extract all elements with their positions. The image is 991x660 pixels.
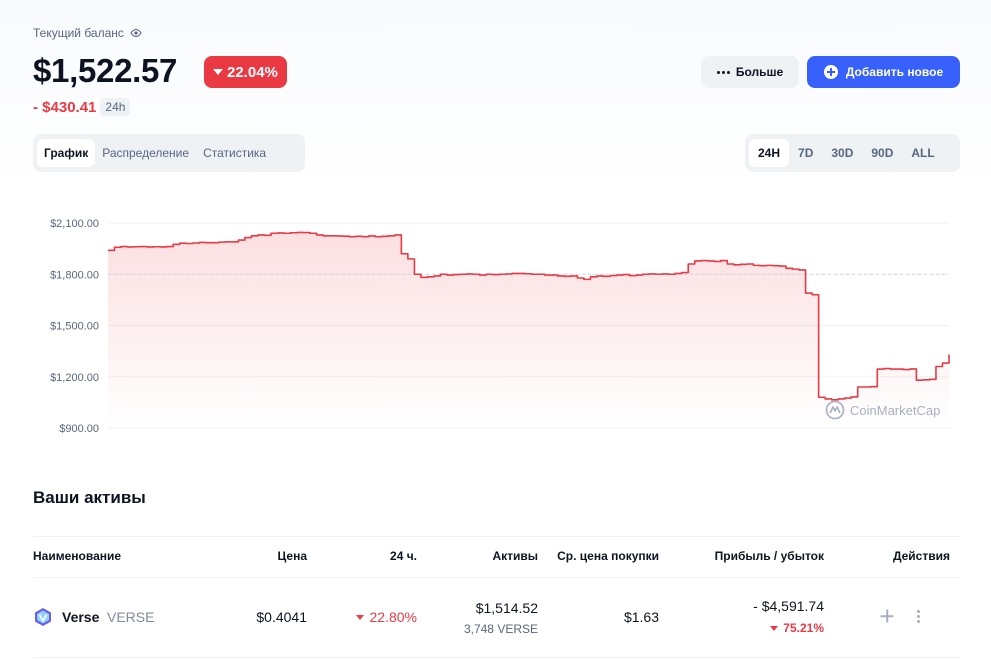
- asset-holdings-amount: 3,748 VERSE: [463, 622, 538, 636]
- more-button-label: Больше: [735, 65, 784, 79]
- range-30d-label: 30D: [831, 146, 854, 160]
- asset-holdings-value: $1,514.52: [475, 600, 538, 616]
- more-dots-icon: [716, 70, 730, 74]
- y-tick-label: $1,800.00: [50, 269, 99, 281]
- column-pnl[interactable]: Прибыль / убыток: [680, 549, 824, 563]
- balance-change-abs: - $430.41: [33, 98, 97, 116]
- caret-down-icon: [213, 69, 223, 75]
- column-avg-buy-price[interactable]: Ср. цена покупки: [540, 549, 659, 563]
- add-transaction-icon[interactable]: [880, 609, 894, 623]
- y-tick-label: $2,100.00: [50, 218, 99, 230]
- balance-label-row: Текущий баланс: [33, 26, 142, 40]
- table-top-divider: [33, 536, 960, 537]
- add-new-button[interactable]: Добавить новое: [807, 56, 960, 88]
- balance-change-badge: 22.04%: [204, 56, 287, 88]
- balance-value: $1,522.57: [33, 52, 178, 89]
- eye-icon[interactable]: [130, 27, 142, 39]
- y-tick-label: $1,500.00: [50, 321, 99, 333]
- range-90d-label: 90D: [871, 146, 894, 160]
- range-all-label: ALL: [911, 146, 935, 160]
- column-price[interactable]: Цена: [227, 549, 307, 563]
- table-header-divider: [33, 577, 960, 578]
- range-7d-label: 7D: [798, 146, 814, 160]
- portfolio-chart[interactable]: $2,100.00 $1,800.00 $1,500.00 $1,200.00 $900…: [0, 195, 991, 455]
- chart-area: [108, 232, 949, 428]
- asset-pnl-value: - $4,591.74: [753, 598, 824, 614]
- asset-change-24h-value: 22.80%: [369, 609, 417, 625]
- range-30d[interactable]: 30D: [822, 139, 862, 167]
- y-tick-label: $900.00: [59, 423, 99, 435]
- column-holdings[interactable]: Активы: [438, 549, 538, 563]
- assets-title: Ваши активы: [33, 488, 146, 507]
- tab-statistics-label: Статистика: [203, 146, 267, 160]
- tab-chart[interactable]: График: [37, 139, 96, 167]
- watermark-text: CoinMarketCap: [850, 403, 940, 418]
- balance-label: Текущий баланс: [33, 26, 124, 40]
- caret-down-icon: [355, 614, 364, 620]
- balance-change-row: - $430.41 24h: [33, 98, 131, 116]
- asset-pnl-pct: 75.21%: [700, 621, 824, 635]
- column-name[interactable]: Наименование: [33, 549, 121, 563]
- asset-pnl-pct-value: 75.21%: [783, 621, 824, 635]
- view-tabs: График Распределение Статистика: [33, 134, 305, 172]
- more-button[interactable]: Больше: [701, 56, 799, 88]
- tab-allocation-label: Распределение: [102, 146, 190, 160]
- verse-coin-icon: [35, 608, 51, 626]
- range-24h[interactable]: 24H: [749, 139, 790, 167]
- asset-name[interactable]: Verse: [62, 609, 99, 625]
- plus-circle-icon: [823, 65, 838, 79]
- period-tag: 24h: [100, 98, 131, 116]
- asset-symbol: VERSE: [107, 609, 155, 625]
- asset-avg-buy-price: $1.63: [623, 609, 659, 625]
- column-actions: Действия: [892, 549, 950, 563]
- balance-change-pct: 22.04%: [227, 63, 278, 81]
- range-all[interactable]: ALL: [902, 139, 943, 167]
- table-row-divider: [33, 657, 960, 658]
- y-tick-label: $1,200.00: [50, 372, 99, 384]
- add-new-button-label: Добавить новое: [845, 65, 944, 79]
- range-24h-label: 24H: [758, 146, 781, 160]
- time-range-selector: 24H 7D 30D 90D ALL: [745, 134, 960, 172]
- range-90d[interactable]: 90D: [862, 139, 902, 167]
- range-7d[interactable]: 7D: [789, 139, 822, 167]
- tab-allocation[interactable]: Распределение: [95, 139, 196, 167]
- tab-statistics[interactable]: Статистика: [196, 139, 273, 167]
- column-24h[interactable]: 24 ч.: [337, 549, 417, 563]
- caret-down-icon: [770, 625, 779, 631]
- more-options-icon[interactable]: [917, 610, 920, 623]
- tab-chart-label: График: [44, 146, 89, 160]
- asset-change-24h: 22.80%: [337, 609, 417, 625]
- asset-price: $0.4041: [256, 609, 307, 625]
